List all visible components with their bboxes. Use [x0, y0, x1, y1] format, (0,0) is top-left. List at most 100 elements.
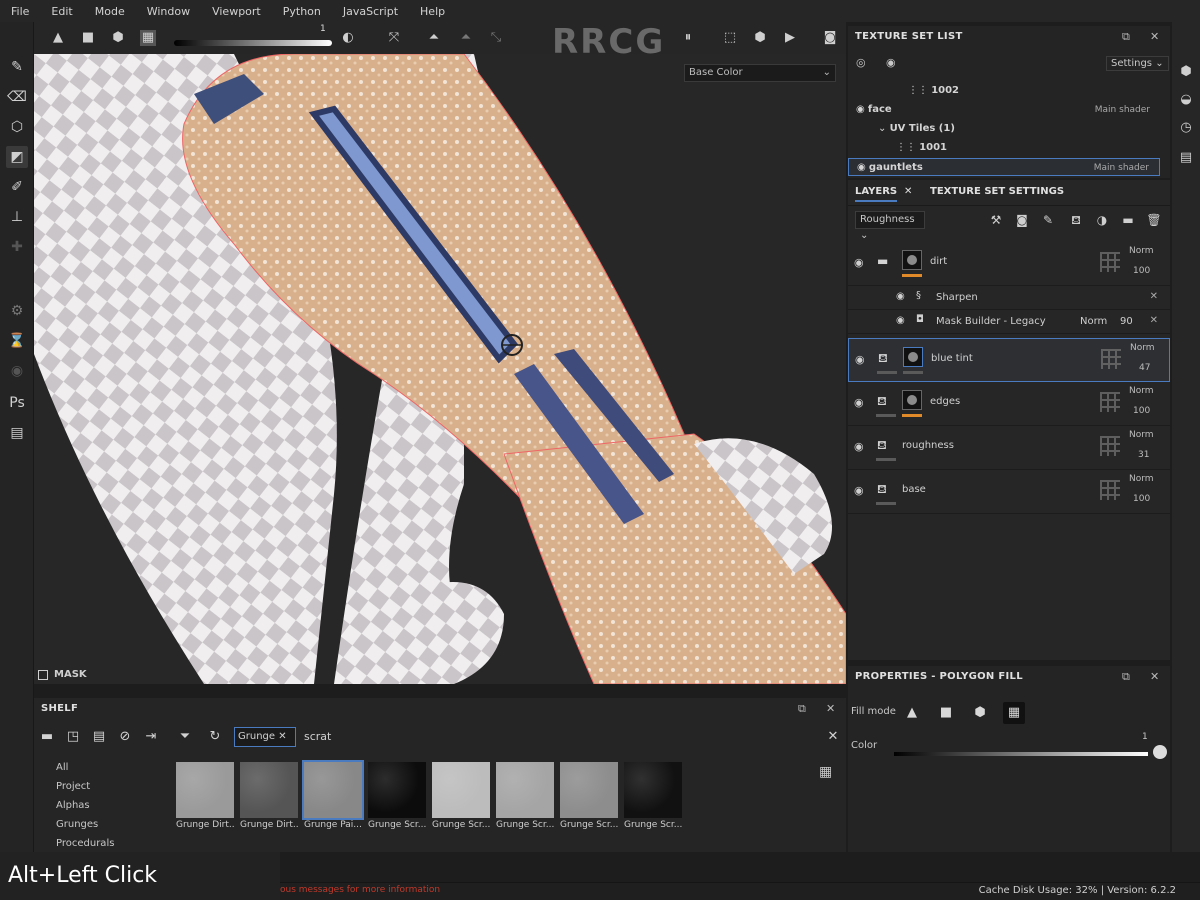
eye-icon[interactable]: ◉ [854, 396, 864, 409]
resource-thumbnail[interactable]: Grunge Dirt... [240, 762, 298, 834]
eye-icon[interactable]: ◉ [854, 256, 864, 269]
list-item-selected[interactable]: ◉ gauntlets Main shader [848, 158, 1160, 176]
contrast-icon[interactable]: ◐ [340, 30, 356, 46]
mask-thumbnail[interactable] [902, 250, 922, 270]
color-slider[interactable] [894, 752, 1148, 756]
status-message[interactable]: ous messages for more information [280, 885, 440, 895]
close-icon[interactable]: ✕ [826, 698, 836, 720]
effect-opacity[interactable]: 90 [1120, 316, 1133, 327]
resource-thumbnail[interactable]: Grunge Scr... [496, 762, 554, 834]
triangle-mode-icon[interactable]: ▲ [50, 30, 66, 46]
layer-name[interactable]: edges [930, 396, 960, 407]
eye-icon[interactable]: ◉ [896, 315, 905, 326]
layer-opacity[interactable]: 31 [1138, 450, 1149, 460]
layer-edges[interactable]: ◉ ⛾ edges Norm 100 [848, 382, 1170, 426]
eye-icon[interactable]: ◉ [896, 291, 905, 302]
eye-icon[interactable]: ◉ [886, 56, 896, 69]
new-resource-icon[interactable]: ◳ [64, 728, 82, 746]
layer-opacity[interactable]: 47 [1139, 363, 1150, 373]
menu-python[interactable]: Python [272, 5, 332, 18]
layer-dirt[interactable]: ◉ ▬ dirt Norm 100 [848, 242, 1170, 286]
list-item[interactable]: ⋮⋮ 1002 [848, 82, 1160, 100]
blend-mode[interactable]: Norm [1129, 246, 1154, 256]
camera-cube-icon[interactable]: ⬢ [752, 30, 768, 46]
shape-icon[interactable]: ⏶ [458, 30, 474, 46]
view-frame-icon[interactable]: ⬚ [722, 30, 738, 46]
resource-thumbnail[interactable]: Grunge Dirt... [176, 762, 234, 834]
category-procedurals[interactable]: Procedurals [56, 834, 166, 853]
video-icon[interactable]: ▶ [782, 30, 798, 46]
layer-roughness[interactable]: ◉ ⛾ roughness Norm 31 [848, 426, 1170, 470]
hide-icon[interactable]: ⊘ [116, 728, 134, 746]
eye-icon[interactable]: ◉ [856, 104, 868, 115]
filter-icon[interactable]: ⏷ [176, 728, 194, 746]
shelf-search-input[interactable]: scrat [304, 727, 824, 747]
mask-toggle[interactable]: MASK [38, 669, 87, 680]
mask-thumbnail[interactable] [902, 390, 922, 410]
eraser-icon[interactable]: ⌫ [6, 86, 28, 108]
resource-thumbnail[interactable]: Grunge Scr... [432, 762, 490, 834]
measure-icon[interactable]: ⌛ [6, 330, 28, 352]
channel-grid-icon[interactable] [1100, 480, 1120, 500]
menu-javascript[interactable]: JavaScript [332, 5, 409, 18]
layer-opacity[interactable]: 100 [1133, 494, 1150, 504]
document-icon[interactable]: ▤ [6, 422, 28, 444]
clear-search-icon[interactable]: ✕ [824, 728, 842, 746]
category-project[interactable]: Project [56, 777, 166, 796]
blend-mode[interactable]: Norm [1129, 386, 1154, 396]
folder-icon[interactable]: ▬ [38, 728, 56, 746]
photoshop-icon[interactable]: Ps [6, 392, 28, 414]
eye-icon[interactable]: ◉ [854, 484, 864, 497]
texture-set-icon[interactable]: ⬢ [1178, 64, 1194, 80]
paint-brush-icon[interactable]: ✎ [6, 56, 28, 78]
resource-thumbnail[interactable]: Grunge Scr... [624, 762, 682, 834]
add-smart-material-icon[interactable]: ◑ [1094, 212, 1110, 228]
fill-polygon-icon[interactable]: ■ [935, 702, 957, 724]
polygon-fill-icon[interactable]: ◩ [6, 146, 28, 168]
tab-texture-set-settings[interactable]: TEXTURE SET SETTINGS [930, 186, 1064, 197]
blend-mode[interactable]: Norm [1080, 316, 1107, 327]
float-panel-icon[interactable]: ⧉ [1122, 666, 1130, 688]
lazy-icon[interactable]: ⤡ [488, 30, 504, 46]
menu-edit[interactable]: Edit [40, 5, 83, 18]
color-picker-icon[interactable] [1153, 745, 1167, 759]
add-paint-layer-icon[interactable]: ✎ [1040, 212, 1056, 228]
category-grunges[interactable]: Grunges [56, 815, 166, 834]
bake-icon[interactable]: ⚙ [6, 300, 28, 322]
resource-thumbnail[interactable]: Grunge Scr... [368, 762, 426, 834]
eye-icon[interactable]: ◎ [856, 56, 866, 69]
category-alphas[interactable]: Alphas [56, 796, 166, 815]
log-icon[interactable]: ▤ [1178, 150, 1194, 166]
layer-base[interactable]: ◉ ⛾ base Norm 100 [848, 470, 1170, 514]
clone-stamp-icon[interactable]: ⊥ [6, 206, 28, 228]
pause-icon[interactable]: ⏸ [680, 30, 696, 46]
uv-mode-icon[interactable]: ▦ [140, 30, 156, 46]
float-panel-icon[interactable]: ⧉ [1122, 26, 1130, 48]
blend-mode[interactable]: Norm [1129, 430, 1154, 440]
eye-icon[interactable]: ◉ [854, 440, 864, 453]
mask-checkbox[interactable] [38, 669, 48, 680]
layer-name[interactable]: roughness [902, 440, 954, 451]
delete-icon[interactable]: 🗑 [1146, 212, 1162, 228]
channel-grid-icon[interactable] [1100, 252, 1120, 272]
import-icon[interactable]: ⇥ [142, 728, 160, 746]
add-effect-icon[interactable]: ⚒ [988, 212, 1004, 228]
history-icon[interactable]: ◷ [1178, 120, 1194, 136]
chevron-down-icon[interactable]: ⌄ [878, 123, 890, 134]
close-icon[interactable]: ✕ [1150, 315, 1158, 326]
category-all[interactable]: All [56, 758, 166, 777]
blend-mode[interactable]: Norm [1130, 343, 1155, 353]
add-fill-layer-icon[interactable]: ⛾ [1068, 212, 1084, 228]
settings-dropdown[interactable]: Settings ⌄ [1106, 56, 1169, 71]
menu-window[interactable]: Window [136, 5, 201, 18]
fill-triangle-icon[interactable]: ▲ [901, 702, 923, 724]
close-icon[interactable]: ✕ [1150, 26, 1160, 48]
layer-blue-tint[interactable]: ◉ ⛾ blue tint Norm 47 [848, 338, 1170, 382]
screenshot-icon[interactable]: ◙ [822, 30, 838, 46]
effect-mask-builder[interactable]: ◉ ◘ Mask Builder - Legacy Norm 90 ✕ [848, 310, 1170, 334]
menu-file[interactable]: File [0, 5, 40, 18]
resource-thumbnail[interactable]: Grunge Pai... [302, 760, 364, 834]
fill-mesh-icon[interactable]: ⬢ [969, 702, 991, 724]
grid-view-icon[interactable]: ▦ [819, 764, 832, 780]
color-picker-icon[interactable]: ✚ [6, 236, 28, 258]
